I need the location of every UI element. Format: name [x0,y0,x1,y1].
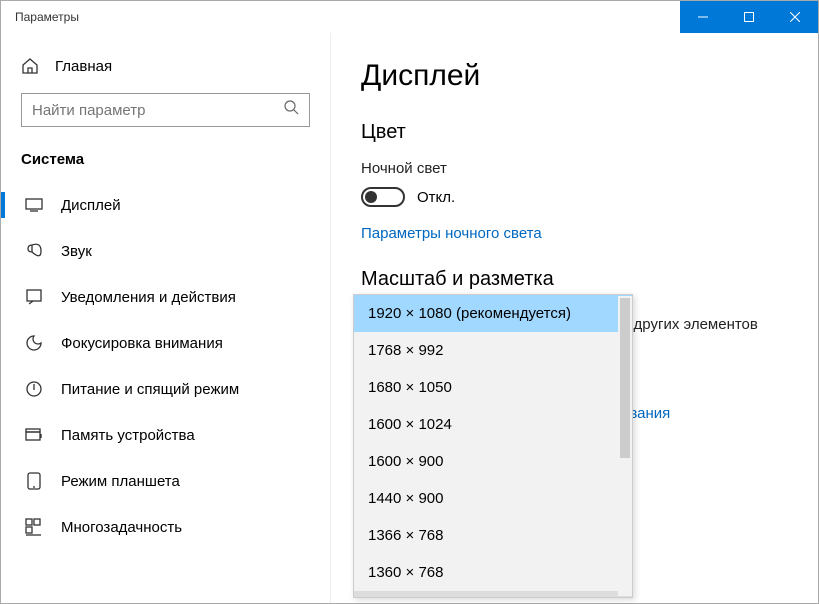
section-scale: Масштаб и разметка [361,268,788,291]
minimize-button[interactable] [680,1,726,33]
nav-item-1[interactable]: Звук [1,228,330,274]
search-field[interactable] [32,102,284,119]
window-controls [680,1,818,33]
nav-label-3: Фокусировка внимания [61,335,223,352]
resolution-option-0[interactable]: 1920 × 1080 (рекомендуется) [354,295,632,332]
maximize-icon [744,12,754,22]
night-light-toggle[interactable] [361,187,405,207]
nav-icon-7 [25,518,43,536]
nav-list: Дисплей Звук Уведомления и действия Фокусир… [1,182,330,550]
close-button[interactable] [772,1,818,33]
minimize-icon [698,12,708,22]
resolution-option-7[interactable]: 1360 × 768 [354,554,632,591]
nav-label-1: Звук [61,243,92,260]
resolution-dropdown[interactable]: 1920 × 1080 (рекомендуется)1768 × 992168… [353,294,633,598]
nav-icon-6 [25,472,43,490]
night-light-settings-link[interactable]: Параметры ночного света [361,225,542,242]
nav-label-4: Питание и спящий режим [61,381,239,398]
nav-icon-3 [25,334,43,352]
dropdown-scroll-thumb[interactable] [620,298,630,458]
home-label: Главная [55,58,112,75]
sidebar: Главная Система Дисплей Звук Уведомления и… [1,33,331,603]
titlebar: Параметры [1,1,818,33]
home-icon [21,57,39,75]
nav-item-0[interactable]: Дисплей [1,182,330,228]
nav-icon-1 [25,242,43,260]
resolution-option-4[interactable]: 1600 × 900 [354,443,632,480]
resolution-option-5[interactable]: 1440 × 900 [354,480,632,517]
night-light-label: Ночной свет [361,160,788,177]
dropdown-scrollbar[interactable] [618,296,632,596]
resolution-option-8[interactable]: 1280 × 1024 [354,591,632,597]
nav-item-6[interactable]: Режим планшета [1,458,330,504]
nav-label-7: Многозадачность [61,519,182,536]
nav-item-3[interactable]: Фокусировка внимания [1,320,330,366]
section-color: Цвет [361,121,788,144]
resolution-option-6[interactable]: 1366 × 768 [354,517,632,554]
partial-text-1: и других элементов [621,316,758,333]
nav-item-5[interactable]: Память устройства [1,412,330,458]
resolution-option-1[interactable]: 1768 × 992 [354,332,632,369]
section-title: Система [1,145,330,182]
home-link[interactable]: Главная [1,47,330,89]
toggle-state: Откл. [417,189,455,206]
maximize-button[interactable] [726,1,772,33]
nav-label-6: Режим планшета [61,473,180,490]
search-input[interactable] [21,93,310,127]
dropdown-list: 1920 × 1080 (рекомендуется)1768 × 992168… [354,295,632,597]
nav-icon-2 [25,288,43,306]
resolution-option-3[interactable]: 1600 × 1024 [354,406,632,443]
nav-icon-4 [25,380,43,398]
resolution-option-2[interactable]: 1680 × 1050 [354,369,632,406]
nav-item-7[interactable]: Многозадачность [1,504,330,550]
nav-item-2[interactable]: Уведомления и действия [1,274,330,320]
night-light-toggle-row: Откл. [361,187,788,207]
search-icon [284,100,299,120]
nav-icon-0 [25,196,43,214]
nav-label-0: Дисплей [61,197,121,214]
page-title: Дисплей [361,59,788,93]
nav-label-5: Память устройства [61,427,195,444]
nav-label-2: Уведомления и действия [61,289,236,306]
window-title: Параметры [1,10,79,24]
close-icon [790,12,800,22]
nav-item-4[interactable]: Питание и спящий режим [1,366,330,412]
nav-icon-5 [25,426,43,444]
